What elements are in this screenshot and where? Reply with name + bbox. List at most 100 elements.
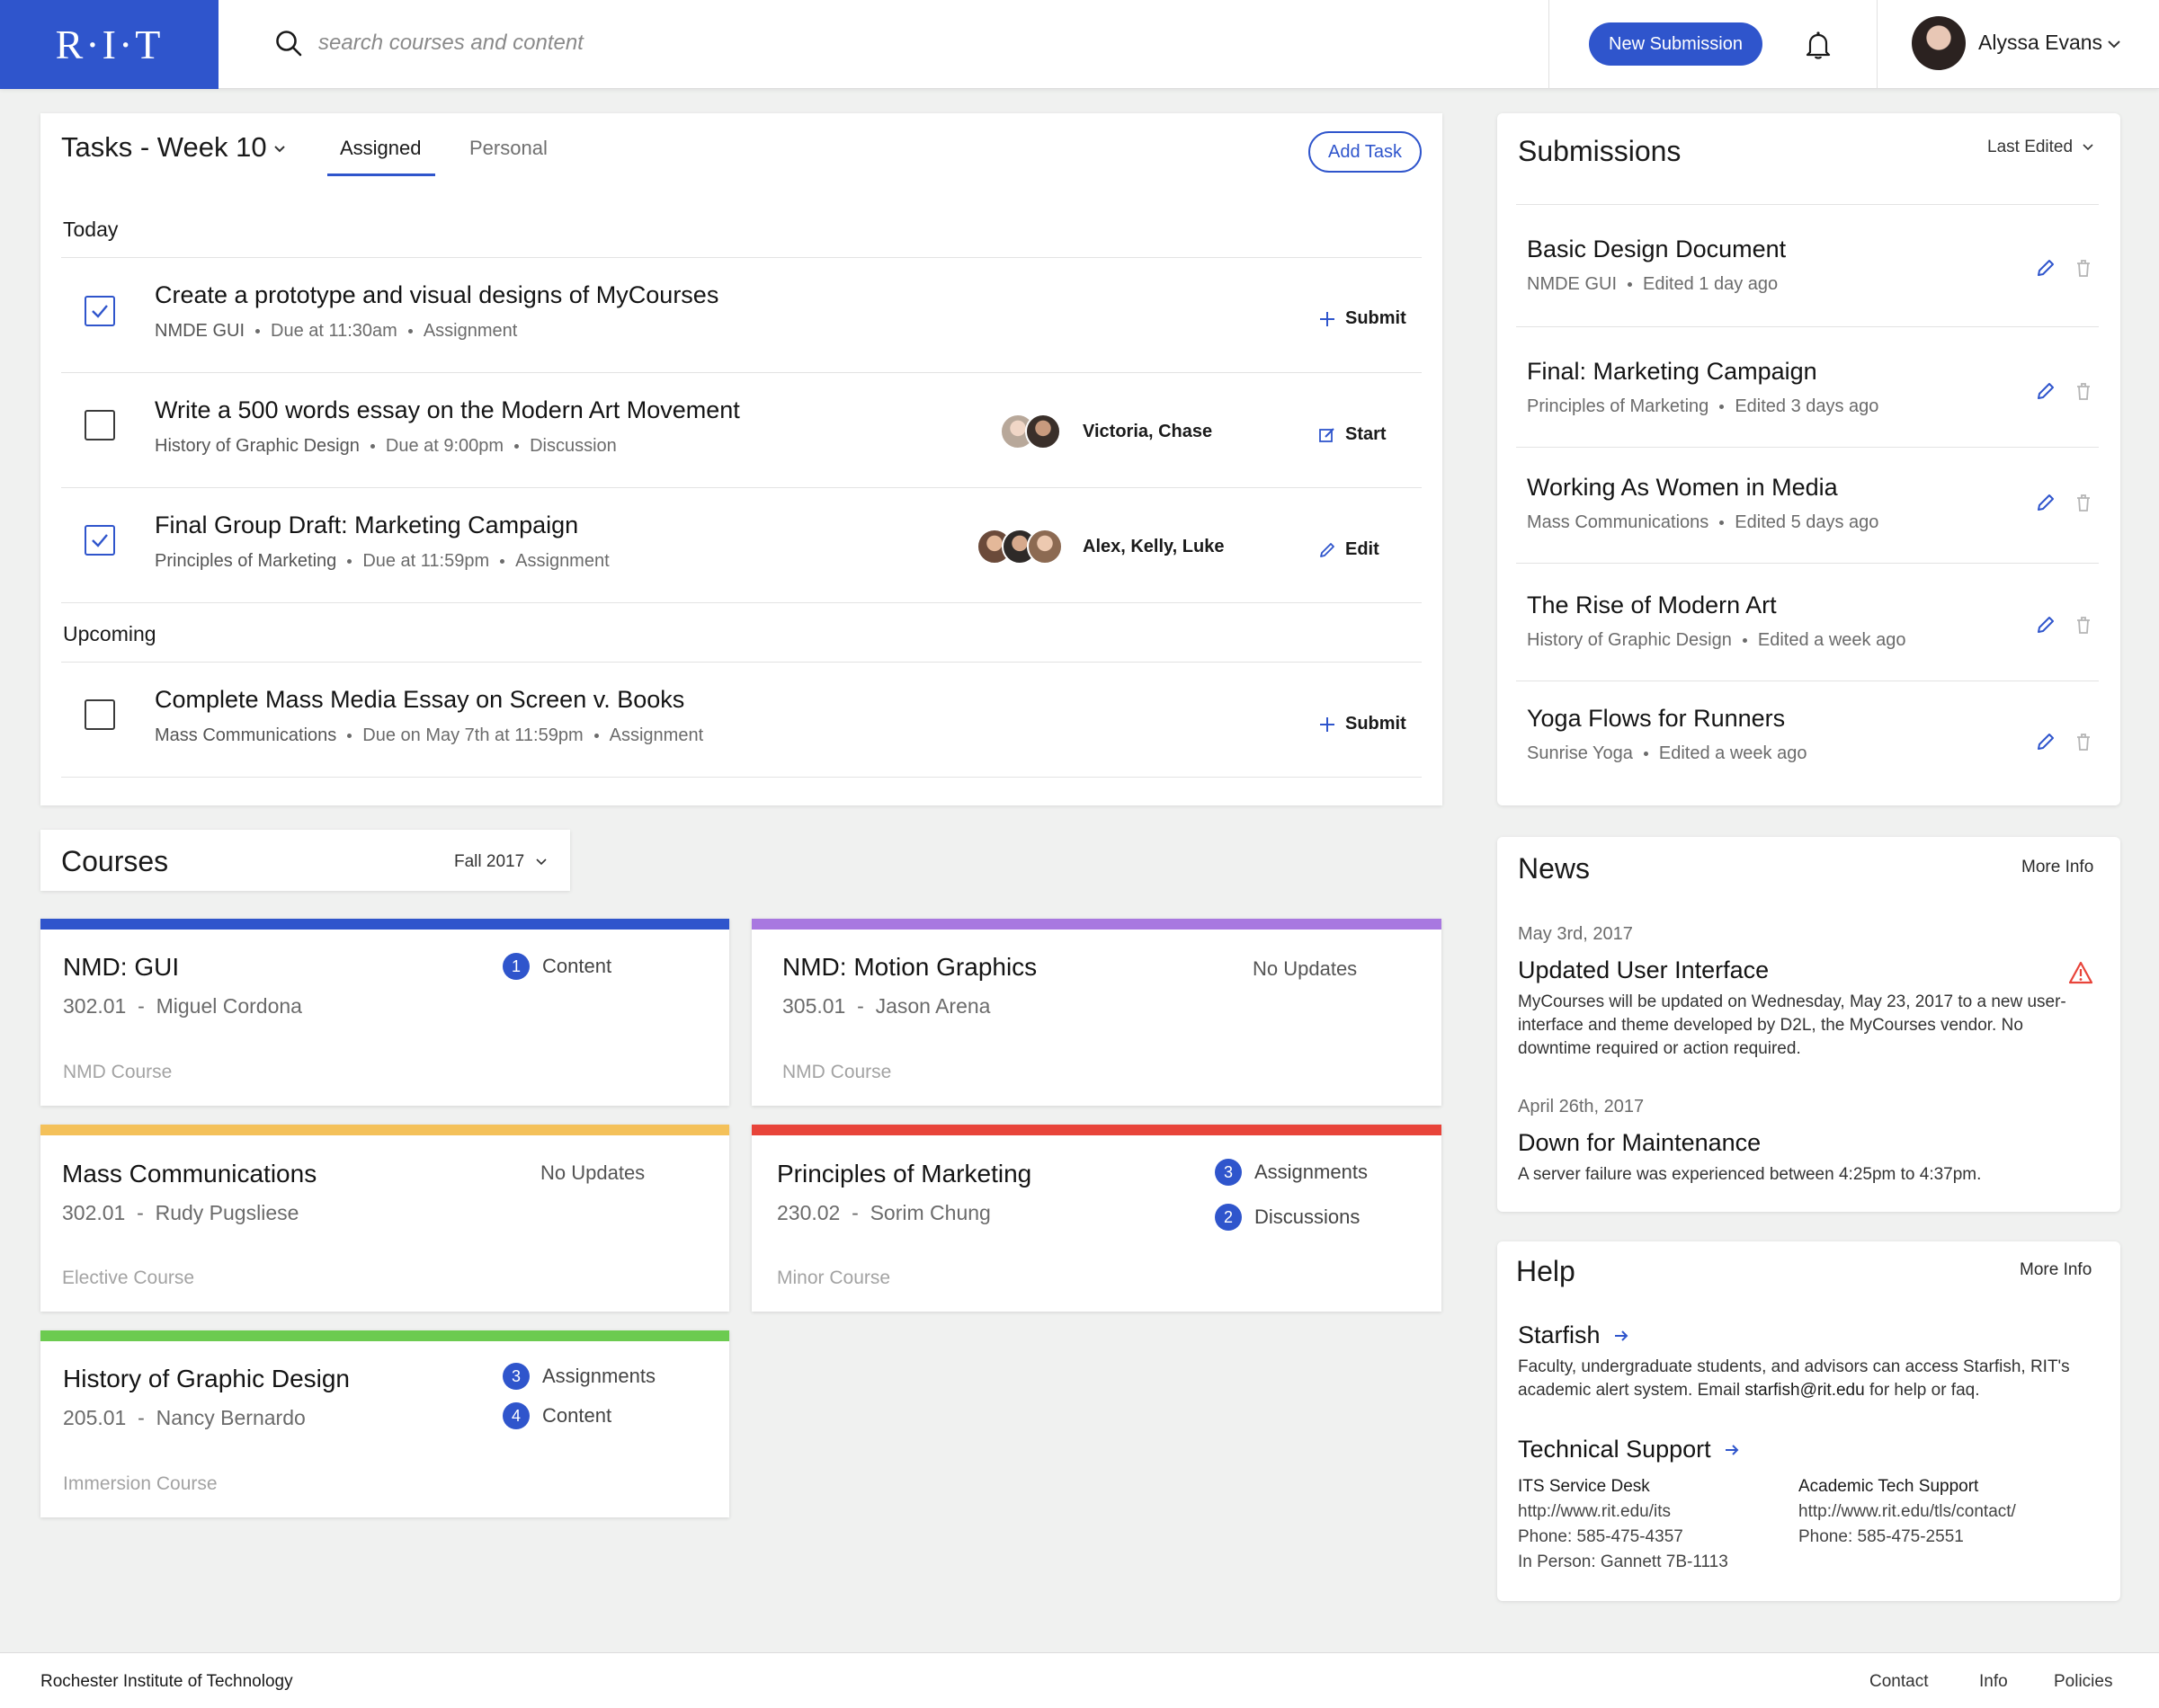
trash-icon[interactable]: [2074, 732, 2092, 752]
course-name[interactable]: Principles of Marketing: [777, 1160, 1031, 1188]
task-title[interactable]: Final Group Draft: Marketing Campaign: [155, 512, 578, 539]
course-color-bar: [40, 1330, 729, 1341]
tab-personal[interactable]: Personal: [469, 137, 548, 160]
pencil-icon[interactable]: [2036, 615, 2056, 635]
edit-button[interactable]: Edit: [1318, 539, 1379, 560]
submission-course: History of Graphic Design: [1527, 630, 1732, 650]
task-due: Due at 9:00pm: [385, 436, 504, 456]
pencil-icon[interactable]: [2036, 732, 2056, 752]
course-update[interactable]: 4 Content: [503, 1402, 611, 1429]
starfish-email-link[interactable]: starfish@rit.edu: [1744, 1381, 1864, 1400]
help-more-info-link[interactable]: More Info: [2020, 1260, 2092, 1280]
task-type: Assignment: [515, 551, 610, 571]
submission-title[interactable]: Basic Design Document: [1527, 236, 1786, 263]
starfish-link[interactable]: Starfish: [1518, 1321, 1629, 1349]
course-update[interactable]: 2 Discussions: [1215, 1204, 1360, 1231]
task-checkbox[interactable]: [85, 699, 115, 730]
new-submission-button[interactable]: New Submission: [1589, 22, 1762, 66]
upcoming-label: Upcoming: [63, 622, 156, 645]
technical-support-link[interactable]: Technical Support: [1518, 1436, 1740, 1463]
its-url-link[interactable]: http://www.rit.edu/its: [1518, 1499, 1728, 1525]
sort-dropdown[interactable]: Last Edited: [1987, 138, 2094, 157]
search-input[interactable]: [318, 23, 1128, 63]
update-label: Discussions: [1254, 1205, 1361, 1228]
user-avatar[interactable]: [1912, 16, 1966, 70]
news-date: April 26th, 2017: [1518, 1097, 1645, 1116]
task-checkbox[interactable]: [85, 410, 115, 440]
task-title[interactable]: Write a 500 words essay on the Modern Ar…: [155, 396, 740, 424]
task-course[interactable]: Principles of Marketing: [155, 551, 336, 572]
submission-title[interactable]: Yoga Flows for Runners: [1527, 705, 1785, 733]
rit-logo[interactable]: R·I·T: [0, 0, 219, 89]
footer-institution-name: Rochester Institute of Technology: [40, 1672, 293, 1691]
task-title[interactable]: Complete Mass Media Essay on Screen v. B…: [155, 686, 684, 714]
tab-assigned[interactable]: Assigned: [340, 137, 422, 160]
news-headline[interactable]: Updated User Interface: [1518, 956, 1769, 984]
task-course[interactable]: History of Graphic Design: [155, 436, 360, 457]
submission-course: Sunrise Yoga: [1527, 743, 1633, 763]
submit-button[interactable]: Submit: [1318, 308, 1406, 329]
course-name[interactable]: Mass Communications: [62, 1160, 317, 1188]
submission-edited: Edited 1 day ago: [1643, 274, 1779, 294]
course-update[interactable]: 1 Content: [503, 953, 611, 980]
help-title: Help: [1516, 1255, 1575, 1287]
count-badge: 4: [503, 1402, 530, 1429]
separator-dot: [347, 559, 352, 564]
chevron-down-icon[interactable]: [272, 140, 288, 156]
collaborator-avatars[interactable]: [1000, 414, 1061, 449]
footer-link-policies[interactable]: Policies: [2054, 1672, 2112, 1692]
task-checkbox[interactable]: [85, 296, 115, 326]
footer-link-contact[interactable]: Contact: [1869, 1672, 1928, 1692]
course-section: 302.01 - Rudy Pugsliese: [62, 1201, 299, 1224]
bell-icon[interactable]: [1802, 29, 1834, 61]
trash-icon[interactable]: [2074, 493, 2092, 512]
submission-title[interactable]: Final: Marketing Campaign: [1527, 358, 1817, 386]
footer-link-info[interactable]: Info: [1979, 1672, 2008, 1692]
chevron-down-icon: [536, 858, 547, 866]
task-course[interactable]: Mass Communications: [155, 725, 336, 746]
ats-url-link[interactable]: http://www.rit.edu/tls/contact/: [1798, 1499, 2016, 1525]
divider: [61, 372, 1422, 373]
pencil-icon[interactable]: [2036, 258, 2056, 278]
update-label: Content: [542, 955, 612, 977]
add-task-button[interactable]: Add Task: [1308, 131, 1422, 173]
separator-dot: [1643, 752, 1648, 756]
no-updates-label: No Updates: [540, 1161, 646, 1184]
task-course[interactable]: NMDE GUI: [155, 321, 245, 342]
course-update[interactable]: 3 Assignments: [503, 1363, 656, 1390]
start-button[interactable]: Start: [1318, 424, 1387, 445]
divider: [1516, 326, 2099, 327]
submission-title[interactable]: Working As Women in Media: [1527, 474, 1838, 502]
term-dropdown[interactable]: Fall 2017: [454, 852, 548, 872]
collaborator-names: Alex, Kelly, Luke: [1083, 537, 1225, 556]
chevron-down-icon: [2083, 144, 2093, 151]
task-checkbox[interactable]: [85, 525, 115, 556]
course-name[interactable]: NMD: GUI: [63, 953, 179, 982]
task-title[interactable]: Create a prototype and visual designs of…: [155, 281, 718, 309]
chevron-down-icon[interactable]: [2106, 36, 2122, 52]
course-update[interactable]: 3 Assignments: [1215, 1159, 1368, 1186]
trash-icon[interactable]: [2074, 381, 2092, 401]
task-type: Assignment: [609, 725, 704, 745]
course-name[interactable]: NMD: Motion Graphics: [782, 953, 1037, 982]
course-section: 302.01 - Miguel Cordona: [63, 994, 302, 1018]
pencil-icon: [1320, 542, 1334, 557]
trash-icon[interactable]: [2074, 615, 2092, 635]
news-headline[interactable]: Down for Maintenance: [1518, 1129, 1761, 1157]
separator-dot: [407, 329, 413, 334]
search-icon[interactable]: [274, 29, 303, 58]
separator-dot: [500, 559, 505, 564]
collaborator-avatars[interactable]: [977, 529, 1063, 565]
pencil-icon[interactable]: [2036, 381, 2056, 401]
news-more-info-link[interactable]: More Info: [2021, 858, 2093, 877]
user-name[interactable]: Alyssa Evans: [1978, 31, 2102, 55]
tasks-title[interactable]: Tasks - Week 10: [61, 131, 267, 164]
submission-edited: Edited a week ago: [1658, 743, 1807, 763]
course-name[interactable]: History of Graphic Design: [63, 1365, 350, 1393]
submission-meta: Principles of Marketing Edited 3 days ag…: [1527, 396, 1878, 417]
submission-title[interactable]: The Rise of Modern Art: [1527, 592, 1777, 619]
trash-icon[interactable]: [2074, 258, 2092, 278]
today-label: Today: [63, 218, 119, 241]
submit-button[interactable]: Submit: [1318, 714, 1406, 734]
pencil-icon[interactable]: [2036, 493, 2056, 512]
